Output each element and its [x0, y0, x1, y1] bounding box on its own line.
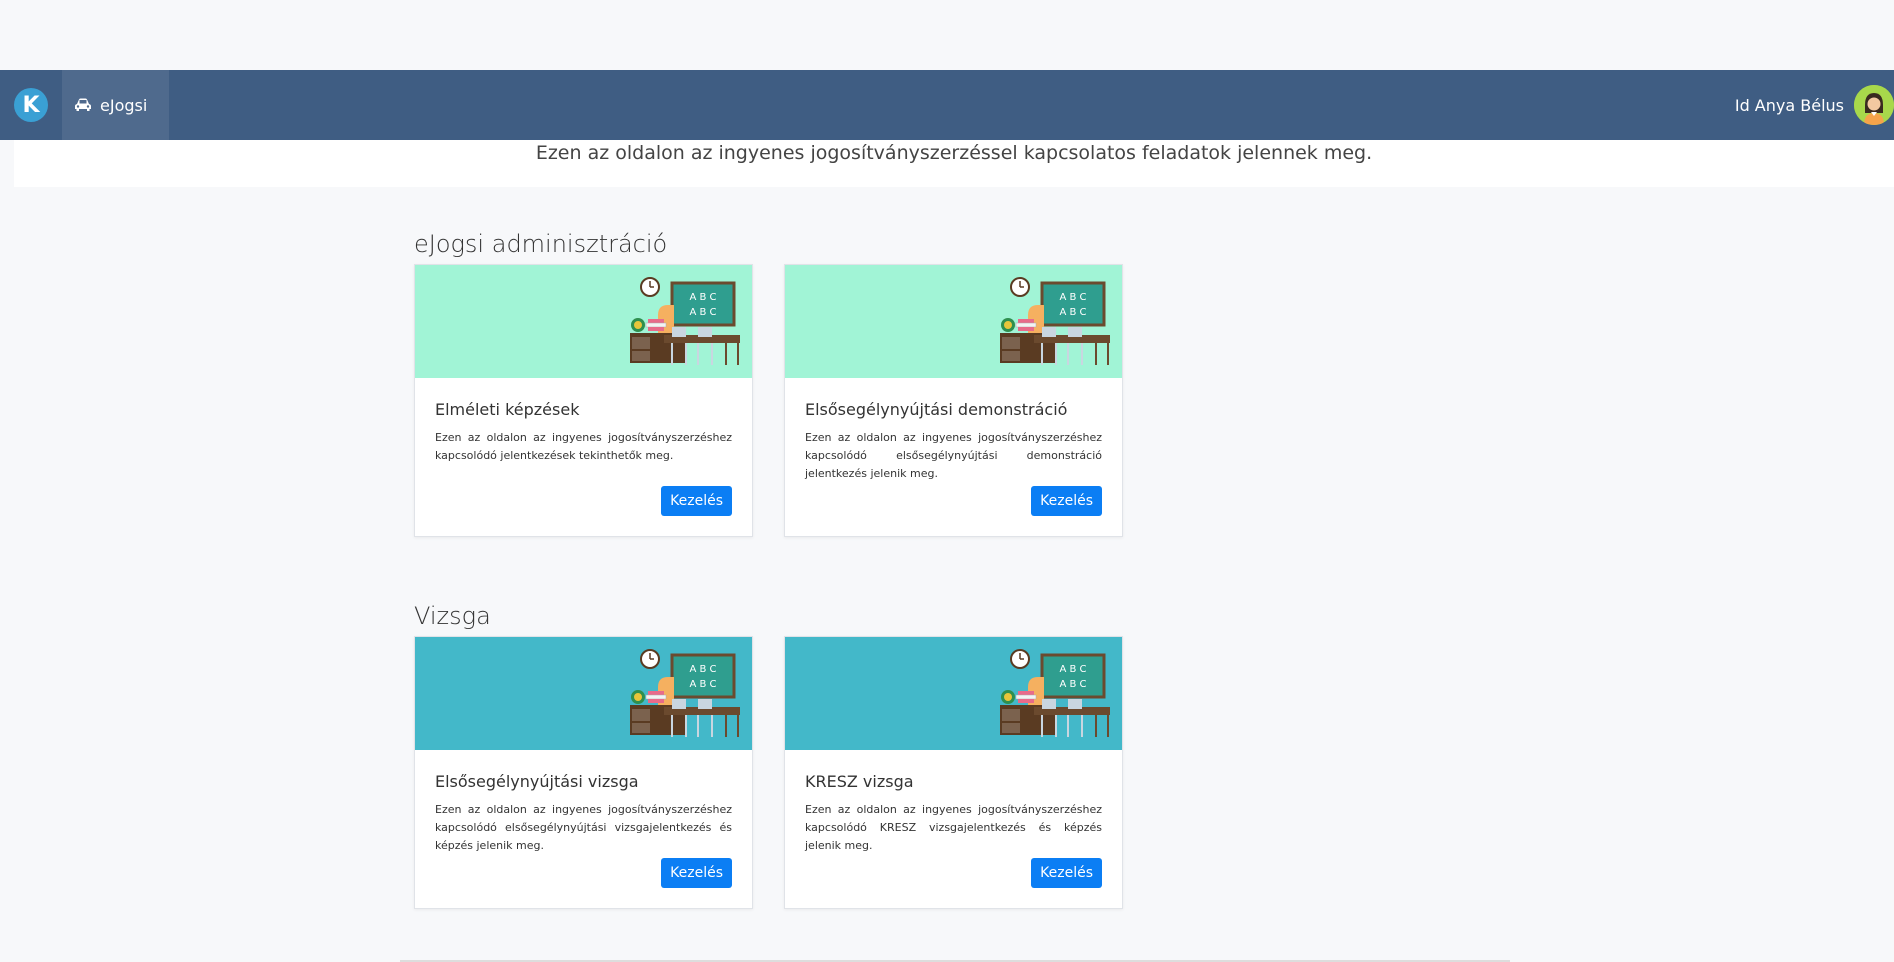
svg-text:A B C: A B C	[689, 307, 716, 318]
section-title-admin: eJogsi adminisztráció	[414, 230, 668, 258]
card-kresz-vizsga: A B C A B C KRESZ vizsga Ezen az oldalon…	[784, 636, 1123, 909]
user-menu[interactable]: Id Anya Bélus	[1735, 70, 1894, 140]
user-name: Id Anya Bélus	[1734, 95, 1844, 115]
user-avatar-icon	[1854, 85, 1894, 125]
section-title-vizsga: Vizsga	[414, 602, 491, 630]
kezeles-button[interactable]: Kezelés	[1031, 486, 1102, 516]
kezeles-button[interactable]: Kezelés	[661, 486, 732, 516]
svg-text:A B C: A B C	[689, 679, 716, 690]
card-title: Elsősegélynyújtási vizsga	[435, 772, 639, 791]
logo-circle: K	[14, 88, 48, 122]
card-image: A B C A B C	[415, 637, 752, 750]
classroom-illustration-icon: A B C A B C	[1000, 649, 1110, 737]
logo-letter: K	[22, 92, 40, 118]
top-strip	[0, 0, 1894, 70]
intro-text: Ezen az oldalon az ingyenes jogosítványs…	[535, 142, 1373, 164]
nav-item-label: eJogsi	[100, 95, 148, 115]
kezeles-button[interactable]: Kezelés	[1031, 858, 1102, 888]
card-image: A B C A B C	[415, 265, 752, 378]
card-elsosegely-demonstracio: A B C A B C Elsősegélynyújtási demonstrá…	[784, 264, 1123, 537]
card-text: Ezen az oldalon az ingyenes jogosítványs…	[805, 431, 1102, 480]
svg-text:A B C: A B C	[1059, 307, 1086, 318]
card-text: Ezen az oldalon az ingyenes jogosítványs…	[435, 431, 732, 462]
svg-text:A B C: A B C	[689, 292, 716, 303]
navbar: K eJogsi Id Anya Bélus	[0, 70, 1894, 140]
card-elsosegely-vizsga: A B C A B C Elsősegélynyújtási vizsga Ez…	[414, 636, 753, 909]
avatar[interactable]	[1854, 85, 1894, 125]
car-icon	[75, 98, 91, 111]
classroom-illustration-icon: A B C A B C	[1000, 277, 1110, 365]
card-title: Elsősegélynyújtási demonstráció	[805, 400, 1068, 419]
card-text: Ezen az oldalon az ingyenes jogosítványs…	[435, 803, 732, 852]
classroom-illustration-icon: A B C A B C	[630, 277, 740, 365]
svg-text:A B C: A B C	[689, 664, 716, 675]
card-image: A B C A B C	[785, 637, 1122, 750]
svg-text:A B C: A B C	[1059, 664, 1086, 675]
card-title: Elméleti képzések	[435, 400, 580, 419]
card-elmeleti-kepzesek: A B C A B C Elméleti képzések Ezen az ol…	[414, 264, 753, 537]
classroom-illustration-icon: A B C A B C	[630, 649, 740, 737]
intro-banner: Ezen az oldalon az ingyenes jogosítványs…	[14, 140, 1894, 187]
card-image: A B C A B C	[785, 265, 1122, 378]
app-logo[interactable]: K	[0, 70, 62, 140]
nav-item-ejogsi[interactable]: eJogsi	[62, 70, 170, 140]
svg-text:A B C: A B C	[1059, 679, 1086, 690]
kezeles-button[interactable]: Kezelés	[661, 858, 732, 888]
svg-text:A B C: A B C	[1059, 292, 1086, 303]
card-title: KRESZ vizsga	[805, 772, 914, 791]
card-text: Ezen az oldalon az ingyenes jogosítványs…	[805, 803, 1102, 852]
